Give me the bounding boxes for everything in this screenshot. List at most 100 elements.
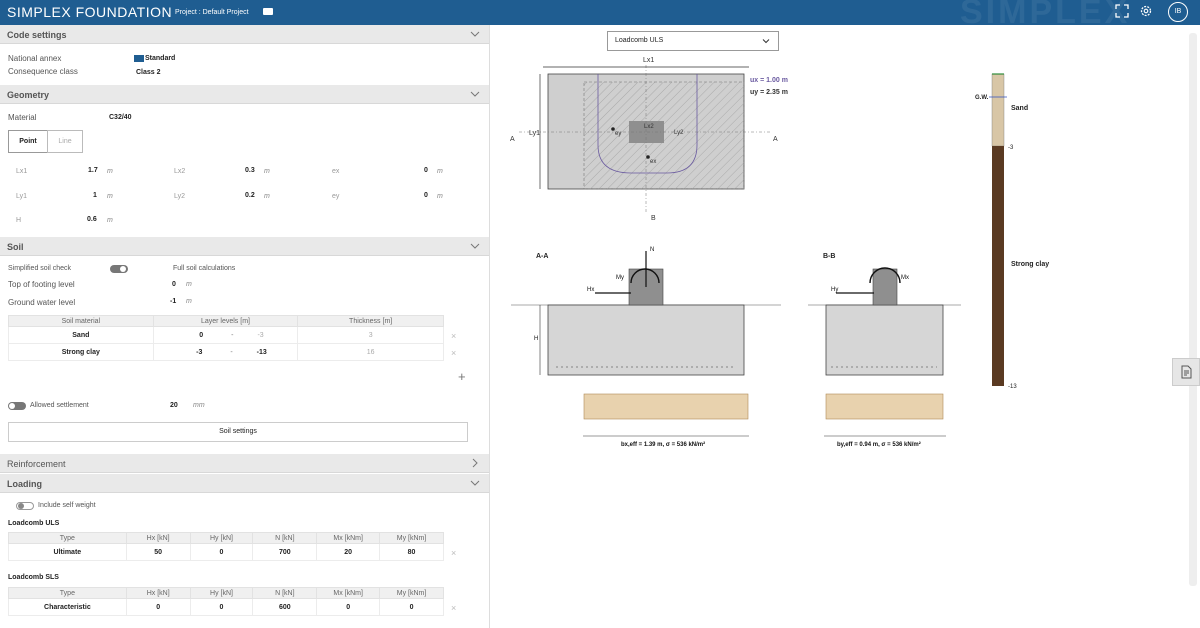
level-separator: - [230,348,233,356]
mx-cell[interactable]: 20 [316,543,381,561]
tab-point[interactable]: Point [8,130,48,153]
section-geometry[interactable]: Geometry [0,85,489,104]
ly1-dimension-label: Ly1 [529,130,540,137]
section-reinforcement[interactable]: Reinforcement [0,454,489,473]
footing-drawing: Lx1 Ly1 Lx2 Ly2 ey ex ux = 1.00 m uy = 2… [510,57,1049,448]
hy-cell[interactable]: 0 [189,543,254,561]
lx2-unit: m [264,168,270,175]
layer-top-value[interactable]: 0 [199,332,203,339]
section-b-marker: B [651,215,656,222]
ly1-input[interactable]: 1 [93,192,97,199]
input-panel: Code settings National annex Standard Co… [0,25,490,628]
load-type-cell[interactable]: Characteristic [8,598,127,616]
h-input[interactable]: 0.6 [87,216,97,223]
ex-plan-label: ex [650,159,656,165]
lx1-symbol: Lx1 [16,168,28,175]
section-code-settings[interactable]: Code settings [0,25,489,44]
column-header: Type [8,532,127,544]
table-row[interactable]: Ultimate 50 0 700 20 80 [8,543,444,561]
lx1-dimension-label: Lx1 [643,57,654,64]
soil-material-cell[interactable]: Strong clay [8,343,154,361]
report-button[interactable] [1172,358,1200,386]
material-select[interactable]: C32/40 [109,114,132,121]
column-header: Hx [kN] [125,532,191,544]
settlement-input[interactable]: 20 [170,402,178,409]
hx-cell[interactable]: 50 [125,543,191,561]
chevron-down-icon [470,31,480,37]
clay-layer-label: Strong clay [1011,261,1049,268]
uls-load-table: Type Hx [kN] Hy [kN] N [kN] Mx [kNm] My … [8,532,444,561]
tab-line[interactable]: Line [47,130,83,153]
ex-unit: m [437,168,443,175]
section-loading[interactable]: Loading [0,474,489,493]
national-annex-select[interactable]: Standard [145,55,175,62]
lx2-input[interactable]: 0.3 [245,167,255,174]
chevron-down-icon [470,480,480,486]
my-cell[interactable]: 80 [379,543,444,561]
add-layer-button[interactable]: + [458,369,466,384]
my-moment-label: My [616,275,624,281]
remove-row-button[interactable]: × [451,348,456,358]
remove-row-button[interactable]: × [451,331,456,341]
section-soil[interactable]: Soil [0,237,489,256]
table-header-row: Type Hx [kN] Hy [kN] N [kN] Mx [kNm] My … [8,532,444,544]
ground-water-label: Ground water level [8,298,76,307]
h-symbol: H [16,217,22,224]
n-cell[interactable]: 700 [252,543,318,561]
n-cell[interactable]: 600 [252,598,318,616]
lx1-input[interactable]: 1.7 [88,167,98,174]
gear-icon[interactable] [1139,4,1153,18]
ey-input[interactable]: 0 [424,192,428,199]
avatar[interactable]: IB [1168,2,1188,22]
self-weight-toggle[interactable] [16,502,34,510]
thickness-cell: 16 [297,343,444,361]
mx-cell[interactable]: 0 [316,598,381,616]
section-bb [808,267,961,437]
ey-symbol: ey [332,193,340,200]
table-row[interactable]: Strong clay -3 - -13 16 [8,343,444,361]
section-title: Soil [7,242,24,252]
ex-input[interactable]: 0 [424,167,428,174]
column-header: Soil material [8,315,154,327]
consequence-class-label: Consequence class [8,67,78,76]
section-a-marker: A [773,136,778,143]
top-footing-input[interactable]: 0 [172,281,176,288]
table-row[interactable]: Sand 0 - -3 3 [8,326,444,344]
layer-levels-cell[interactable]: 0 - -3 [152,326,299,344]
layer-bottom-value[interactable]: -3 [257,332,263,339]
folder-icon[interactable] [263,8,273,15]
section-aa [511,251,781,437]
hx-cell[interactable]: 0 [125,598,191,616]
layer-top-value[interactable]: -3 [196,349,202,356]
remove-load-button[interactable]: × [451,548,456,558]
fullscreen-icon[interactable] [1115,4,1129,18]
section-title: Geometry [7,90,50,100]
table-header-row: Type Hx [kN] Hy [kN] N [kN] Mx [kNm] My … [8,587,444,599]
soil-settings-button[interactable]: Soil settings [8,422,468,442]
layer-bottom-value[interactable]: -13 [257,349,267,356]
drawing-scrollbar[interactable] [1189,33,1197,586]
settlement-toggle[interactable] [8,402,26,410]
app-logo[interactable]: SIMPLEX FOUNDATION [7,4,172,20]
column-header: My [kNm] [379,587,444,599]
ly1-symbol: Ly1 [16,193,28,200]
hy-force-label: Hy [831,287,838,293]
soil-material-cell[interactable]: Sand [8,326,154,344]
column-header: Thickness [m] [297,315,444,327]
column-header: Hy [kN] [189,587,254,599]
top-footing-unit: m [186,281,192,288]
ly2-dimension-label: Ly2 [674,130,684,136]
table-row[interactable]: Characteristic 0 0 600 0 0 [8,598,444,616]
ground-water-input[interactable]: -1 [170,298,176,305]
my-cell[interactable]: 0 [379,598,444,616]
consequence-class-select[interactable]: Class 2 [136,69,161,76]
project-label[interactable]: Project : Default Project [175,9,249,16]
hy-cell[interactable]: 0 [189,598,254,616]
load-type-cell[interactable]: Ultimate [8,543,127,561]
lx1-unit: m [107,168,113,175]
remove-load-button[interactable]: × [451,603,456,613]
top-bar: SIMPLEX SIMPLEX FOUNDATION Project : Def… [0,0,1200,25]
layer-levels-cell[interactable]: -3 - -13 [152,343,299,361]
soil-check-toggle[interactable] [110,265,128,273]
ly2-input[interactable]: 0.2 [245,192,255,199]
